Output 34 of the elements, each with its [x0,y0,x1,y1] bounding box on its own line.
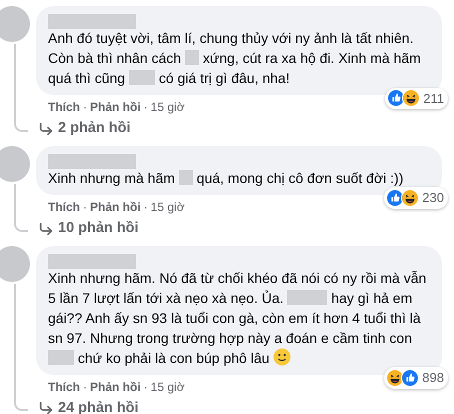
avatar[interactable] [0,6,30,42]
view-replies-link[interactable]: 2 phản hồi [58,118,130,140]
avatar[interactable] [0,246,30,282]
reply-arrow-icon [38,400,54,414]
reaction-count: 211 [423,90,444,108]
separator-dot: · [83,378,87,396]
avatar[interactable] [0,146,30,182]
timestamp: 15 giờ [150,99,185,116]
like-link[interactable]: Thích [48,98,80,116]
timestamp: 15 giờ [150,378,185,396]
reaction-badge[interactable]: 230 [384,187,448,209]
reaction-count: 230 [422,189,444,208]
reply-link[interactable]: Phản hồi [90,98,141,116]
like-link[interactable]: Thích [48,378,80,396]
reply-link[interactable]: Phản hồi [90,198,141,216]
reply-arrow-icon [38,220,54,237]
reaction-badge[interactable]: 211 [385,88,448,109]
smiley-icon [273,348,292,366]
reaction-count: 898 [422,369,444,387]
separator-dot: · [144,378,148,396]
separator-dot: · [83,198,87,216]
separator-dot: · [144,198,148,216]
comment-text: Xinh nhưng hãm. Nó đã từ chối khéo đã nói có ny rồi mà vẫn 5 lần 7 lượt lấn tới xà nẹo xà nẹo. Ủa. hay gì hả em gái?? Anh ấy sn 93 là tuổi con gà, còn em ít hơn 4 tuổi thì là sn 97. Nhưng trong trường hợp này a đoán e cầm tinh con chứ ko phải là con búp phô lâu [48,268,428,368]
separator-dot: · [83,99,87,116]
timestamp: 15 giờ [150,198,185,216]
comment-text: Xinh nhưng mà hãm quá, mong chị cô đơn suốt đời :)) [48,168,404,188]
reply-link[interactable]: Phản hồi [90,378,141,396]
view-replies-link[interactable]: 10 phản hồi [58,218,139,240]
comment-text: Anh đó tuyệt vời, tâm lí, chung thủy với ny ảnh là tất nhiên. Còn bà thì nhân cách xứng, cút ra xa hộ đi. Xinh mà hãm quá thì cũng có giá trị gì đâu, nha! [48,29,422,88]
reply-arrow-icon [38,120,54,137]
like-link[interactable]: Thích [48,198,80,216]
reaction-badge[interactable]: 898 [384,367,448,388]
thread-line [14,184,28,232]
separator-dot: · [144,99,148,116]
